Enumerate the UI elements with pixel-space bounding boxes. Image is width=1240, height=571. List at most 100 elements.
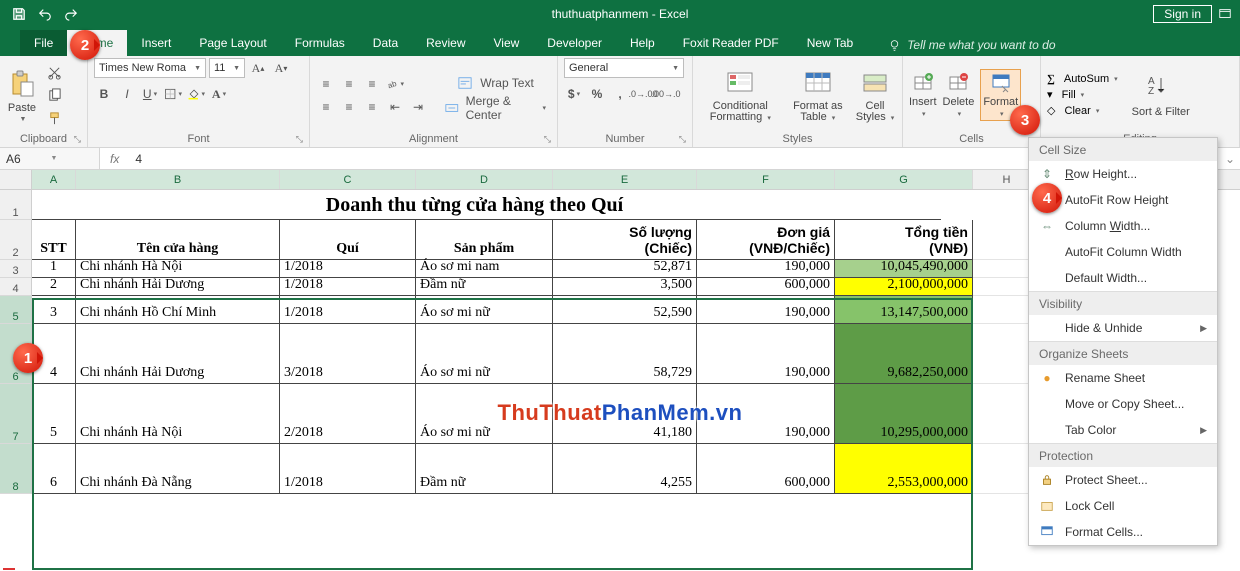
tab-developer[interactable]: Developer [533, 30, 616, 56]
redo-icon[interactable] [60, 3, 82, 25]
orientation-icon[interactable]: ab▾ [385, 74, 405, 94]
conditional-formatting-button[interactable]: Conditional Formatting ▾ [699, 67, 782, 124]
cell-styles-button[interactable]: Cell Styles ▾ [854, 67, 896, 124]
watermark: ThuThuatPhanMem.vn [498, 400, 743, 426]
font-color-icon[interactable]: A▾ [209, 84, 229, 104]
delete-cells-button[interactable]: Delete▾ [943, 72, 975, 118]
tab-view[interactable]: View [480, 30, 534, 56]
tell-me-input[interactable] [907, 38, 1087, 52]
ribbon-tabs: File Home Insert Page Layout Formulas Da… [0, 28, 1240, 56]
tab-insert[interactable]: Insert [127, 30, 185, 56]
autosum-button[interactable]: ∑ AutoSum▾ [1047, 73, 1118, 85]
border-icon[interactable]: ▾ [163, 84, 183, 104]
menu-col-width[interactable]: ⇔Column Width... [1029, 213, 1217, 239]
font-size-combo[interactable]: 11▼ [209, 58, 245, 78]
row-header[interactable]: 2 [0, 220, 32, 260]
menu-hide-unhide[interactable]: Hide & Unhide▶ [1029, 315, 1217, 341]
menu-lock-cell[interactable]: Lock Cell [1029, 493, 1217, 519]
copy-icon[interactable] [44, 85, 64, 105]
grow-font-icon[interactable]: A▴ [248, 58, 268, 78]
sort-filter-button[interactable]: AZ Sort & Filter [1132, 72, 1190, 118]
col-A[interactable]: A [32, 170, 76, 189]
underline-icon[interactable]: U▾ [140, 84, 160, 104]
save-icon[interactable] [8, 3, 30, 25]
tab-help[interactable]: Help [616, 30, 669, 56]
fx-icon[interactable]: fx [100, 152, 129, 166]
tab-page-layout[interactable]: Page Layout [185, 30, 280, 56]
row-header[interactable]: 7 [0, 384, 32, 444]
row-header[interactable]: 5 [0, 296, 32, 324]
inc-decimal-icon[interactable]: .0→.00 [633, 84, 653, 104]
tab-review[interactable]: Review [412, 30, 479, 56]
undo-icon[interactable] [34, 3, 56, 25]
align-bottom-icon[interactable]: ≡ [362, 74, 382, 94]
wrap-text-button[interactable]: Wrap Text [440, 72, 551, 94]
menu-protect-sheet[interactable]: Protect Sheet... [1029, 467, 1217, 493]
menu-tab-color[interactable]: Tab Color▶ [1029, 417, 1217, 443]
merge-center-button[interactable]: Merge & Center▾ [440, 97, 551, 119]
col-F[interactable]: F [697, 170, 835, 189]
menu-row-height[interactable]: ⇕Row Height... [1029, 161, 1217, 187]
col-G[interactable]: G [835, 170, 973, 189]
format-as-table-button[interactable]: Format as Table ▾ [788, 67, 848, 124]
tab-foxit[interactable]: Foxit Reader PDF [669, 30, 793, 56]
number-format-combo[interactable]: General▼ [564, 58, 684, 78]
italic-icon[interactable]: I [117, 84, 137, 104]
row-header[interactable]: 3 [0, 260, 32, 278]
comma-icon[interactable]: , [610, 84, 630, 104]
indent-dec-icon[interactable]: ⇤ [385, 97, 405, 117]
fill-button[interactable]: ▾ Fill▾ [1047, 88, 1118, 101]
signin-button[interactable]: Sign in [1153, 5, 1212, 23]
bulb-icon [887, 38, 901, 52]
shrink-font-icon[interactable]: A▾ [271, 58, 291, 78]
align-left-icon[interactable]: ≡ [316, 97, 336, 117]
ribbon-options-icon[interactable] [1218, 7, 1232, 21]
row-height-icon: ⇕ [1039, 166, 1055, 182]
align-right-icon[interactable]: ≡ [362, 97, 382, 117]
title-cell: Doanh thu từng cửa hàng theo Quí [76, 190, 873, 220]
menu-autofit-col[interactable]: AutoFit Column Width [1029, 239, 1217, 265]
insert-cells-button[interactable]: Insert▾ [909, 72, 937, 118]
tab-data[interactable]: Data [359, 30, 412, 56]
tab-formulas[interactable]: Formulas [281, 30, 359, 56]
accounting-icon[interactable]: $▾ [564, 84, 584, 104]
svg-text:ab: ab [387, 78, 399, 90]
paste-button[interactable]: Paste▼ [6, 68, 38, 123]
indent-inc-icon[interactable]: ⇥ [408, 97, 428, 117]
callout-2: 2 [70, 30, 100, 60]
align-top-icon[interactable]: ≡ [316, 74, 336, 94]
col-C[interactable]: C [280, 170, 416, 189]
cut-icon[interactable] [44, 62, 64, 82]
row-header[interactable]: 4 [0, 278, 32, 296]
menu-default-width[interactable]: Default Width... [1029, 265, 1217, 291]
delete-cells-icon [947, 72, 969, 94]
svg-text:Z: Z [1148, 86, 1154, 97]
font-name-combo[interactable]: Times New Roma▼ [94, 58, 206, 78]
cell-styles-icon [859, 67, 891, 99]
fill-down-icon: ▾ [1047, 88, 1053, 101]
tab-file[interactable]: File [20, 30, 67, 56]
menu-move-copy[interactable]: Move or Copy Sheet... [1029, 391, 1217, 417]
col-B[interactable]: B [76, 170, 280, 189]
menu-rename-sheet[interactable]: ●Rename Sheet [1029, 365, 1217, 391]
tab-newtab[interactable]: New Tab [793, 30, 867, 56]
row-header[interactable]: 1 [0, 190, 32, 220]
name-box[interactable]: A6▼ [0, 148, 100, 169]
align-middle-icon[interactable]: ≡ [339, 74, 359, 94]
tell-me-search[interactable] [881, 34, 1093, 56]
fill-color-icon[interactable]: ▾ [186, 84, 206, 104]
expand-formula-bar-icon[interactable]: ⌄ [1220, 152, 1240, 166]
dec-decimal-icon[interactable]: .00→.0 [656, 84, 676, 104]
select-all-corner[interactable] [0, 170, 32, 189]
bold-icon[interactable]: B [94, 84, 114, 104]
clear-button[interactable]: ◇ Clear▾ [1047, 104, 1118, 117]
align-center-icon[interactable]: ≡ [339, 97, 359, 117]
col-D[interactable]: D [416, 170, 553, 189]
col-E[interactable]: E [553, 170, 697, 189]
format-painter-icon[interactable] [44, 108, 64, 128]
menu-format-cells[interactable]: Format Cells... [1029, 519, 1217, 545]
callout-1: 1 [13, 343, 43, 373]
percent-icon[interactable]: % [587, 84, 607, 104]
paste-icon [6, 68, 38, 100]
row-header[interactable]: 8 [0, 444, 32, 494]
